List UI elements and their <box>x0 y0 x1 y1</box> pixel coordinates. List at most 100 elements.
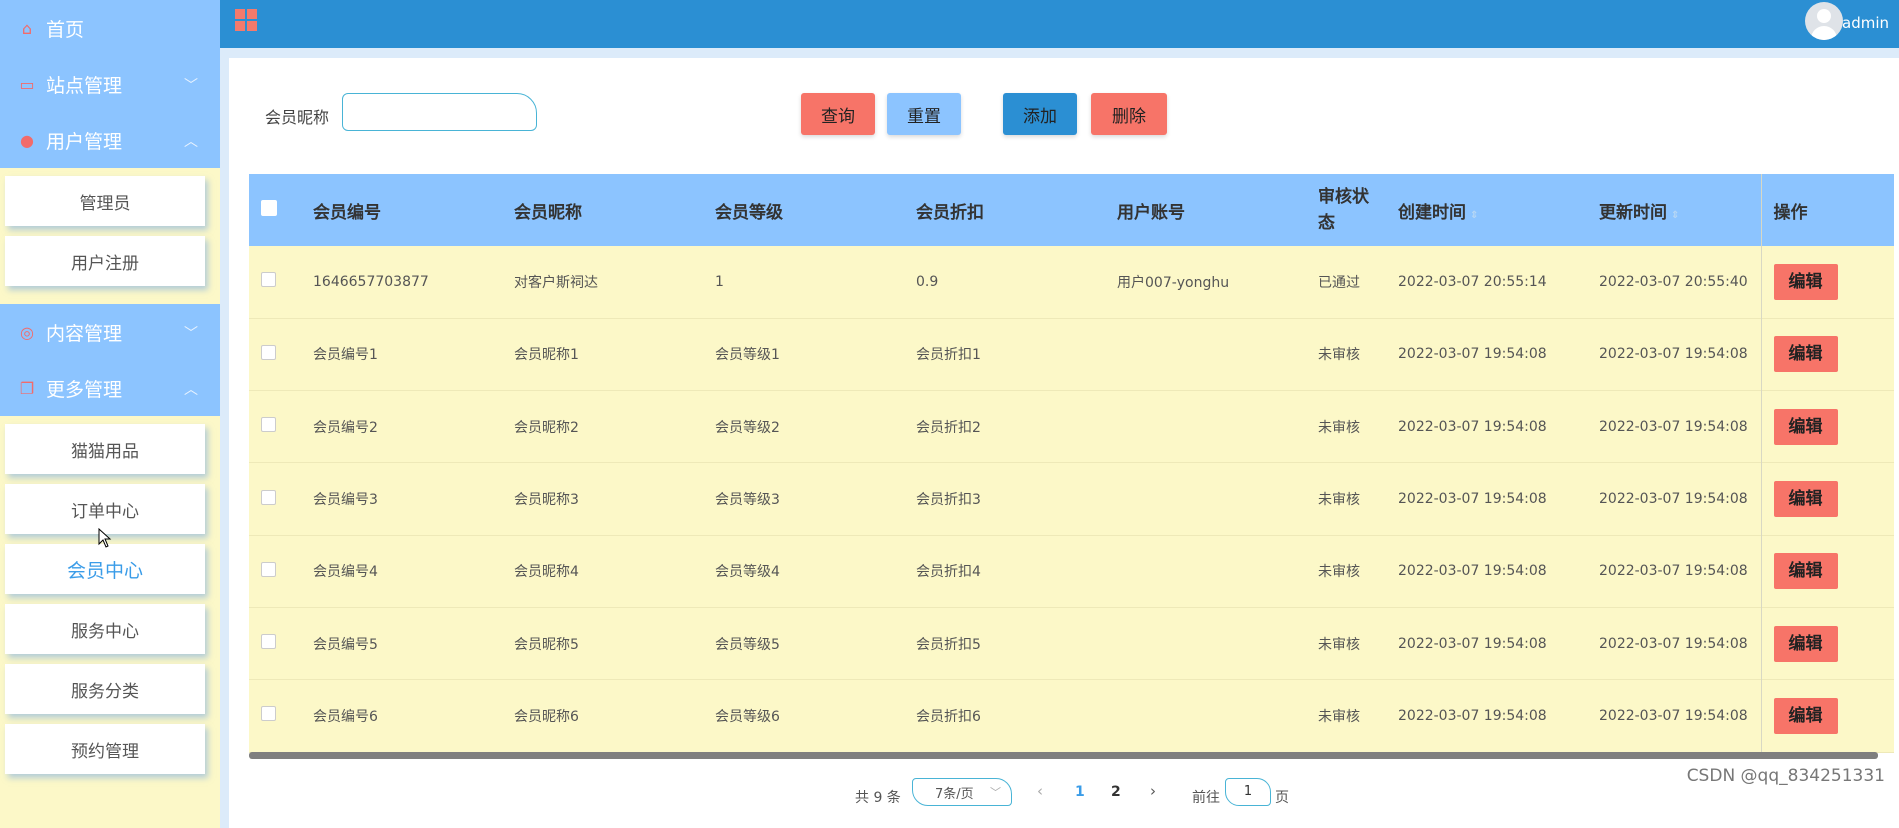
column-header-sortable[interactable]: 更新时间 ⇕ <box>1587 174 1761 246</box>
sidebar-item-service-center[interactable]: 服务中心 <box>5 604 205 654</box>
query-button[interactable]: 查询 <box>801 93 875 135</box>
sidebar: ⌂ 首页 ▭ 站点管理 ﹀ ● 用户管理 ︿ 管理员 用户注册 ◎ 内容管理 ﹀… <box>0 0 221 828</box>
more-submenu: 猫猫用品 订单中心 会员中心 服务中心 服务分类 预约管理 <box>0 416 220 792</box>
goto-prefix: 前往 <box>1192 790 1220 806</box>
table-cell: 会员等级1 <box>715 347 780 364</box>
edit-button[interactable]: 编辑 <box>1773 263 1838 300</box>
delete-button[interactable]: 删除 <box>1091 93 1167 135</box>
row-checkbox-cell <box>249 607 301 679</box>
table-cell: 用户007-yonghu <box>1117 274 1230 291</box>
page-number[interactable]: 1 <box>1075 784 1085 800</box>
goto-page-input[interactable]: 1 <box>1225 778 1271 806</box>
edit-button[interactable]: 编辑 <box>1773 481 1838 518</box>
table-row[interactable]: 会员编号5 会员昵称5 会员等级5 会员折扣5 未审核 2022-03-07 19:54:… <box>249 607 1894 680</box>
row-checkbox[interactable] <box>261 561 276 577</box>
column-header-label: 创建时间 <box>1398 202 1466 223</box>
page-size-select[interactable]: 7条/页 ﹀ <box>912 778 1012 806</box>
row-checkbox-cell <box>249 463 301 535</box>
sidebar-item-service-category[interactable]: 服务分类 <box>5 664 205 714</box>
menu-more-management-label: 更多管理 <box>46 378 123 401</box>
edit-button[interactable]: 编辑 <box>1773 408 1838 445</box>
table-cell: 2022-03-07 19:54:08 <box>1599 563 1748 580</box>
menu-content-management[interactable]: ◎ 内容管理 ﹀ <box>0 304 220 360</box>
sidebar-item-member-center[interactable]: 会员中心 <box>5 544 205 594</box>
sidebar-item-cat-supplies[interactable]: 猫猫用品 <box>5 424 205 474</box>
table-cell: 2022-03-07 19:54:08 <box>1599 346 1748 363</box>
table-row[interactable]: 会员编号1 会员昵称1 会员等级1 会员折扣1 未审核 2022-03-07 19:54:… <box>249 318 1894 391</box>
table-row[interactable]: 会员编号2 会员昵称2 会员等级2 会员折扣2 未审核 2022-03-07 19:54:… <box>249 390 1894 463</box>
table-cell: 未审核 <box>1318 419 1360 436</box>
table-cell: 会员昵称3 <box>514 492 579 509</box>
username[interactable]: admin <box>1842 14 1889 32</box>
menu-home[interactable]: ⌂ 首页 <box>0 0 220 56</box>
row-checkbox[interactable] <box>261 344 276 360</box>
operation-cell: 编辑 <box>1760 246 1894 319</box>
member-nickname-input[interactable] <box>342 93 537 131</box>
row-checkbox[interactable] <box>261 417 276 433</box>
table-cell: 2022-03-07 19:54:08 <box>1398 346 1547 363</box>
grid-icon[interactable] <box>235 9 259 33</box>
chevron-up-icon: ︿ <box>184 134 198 150</box>
edit-button[interactable]: 编辑 <box>1773 697 1838 734</box>
sort-icon[interactable]: ⇕ <box>1470 210 1478 221</box>
reset-button[interactable]: 重置 <box>887 93 961 135</box>
table-row[interactable]: 会员编号3 会员昵称3 会员等级3 会员折扣3 未审核 2022-03-07 19:54:… <box>249 462 1894 536</box>
sidebar-item-appointment[interactable]: 预约管理 <box>5 724 205 774</box>
table-cell: 2022-03-07 19:54:08 <box>1599 635 1748 652</box>
table-cell: 未审核 <box>1318 564 1360 581</box>
page-number[interactable]: 2 <box>1111 784 1121 800</box>
sidebar-item-order-center[interactable]: 订单中心 <box>5 484 205 534</box>
select-all-checkbox[interactable] <box>261 199 277 216</box>
row-checkbox[interactable] <box>261 634 276 650</box>
table-row[interactable]: 会员编号6 会员昵称6 会员等级6 会员折扣6 未审核 2022-03-07 19:54:… <box>249 679 1894 753</box>
horizontal-scrollbar[interactable] <box>249 752 1878 759</box>
table-cell: 会员等级2 <box>715 419 780 436</box>
user-submenu: 管理员 用户注册 <box>0 168 220 304</box>
chat-icon: ◎ <box>20 322 34 342</box>
table-cell: 会员昵称5 <box>514 636 579 653</box>
row-checkbox-cell <box>249 680 301 752</box>
table-cell: 对客户斯祠达 <box>514 274 598 291</box>
sidebar-item-admin[interactable]: 管理员 <box>5 176 205 226</box>
menu-user-management[interactable]: ● 用户管理 ︿ <box>0 112 220 168</box>
table-cell <box>1105 607 1306 679</box>
column-header-label: 更新时间 <box>1599 202 1667 223</box>
menu-more-management[interactable]: ❐ 更多管理 ︿ <box>0 360 220 416</box>
row-checkbox[interactable] <box>261 489 276 505</box>
table-row[interactable]: 1646657703877 对客户斯祠达 1 0.9 用户007-yonghu 已通过 20… <box>249 246 1894 319</box>
table-cell: 未审核 <box>1318 347 1360 364</box>
column-header: 会员等级 <box>715 202 783 223</box>
table-cell <box>1105 391 1306 463</box>
table-cell: 会员等级6 <box>715 708 780 725</box>
menu-site-management-label: 站点管理 <box>46 74 123 97</box>
table-cell: 2022-03-07 20:55:14 <box>1398 273 1547 290</box>
watermark: CSDN @qq_834251331 <box>1686 766 1885 786</box>
table-cell: 2022-03-07 19:54:08 <box>1599 707 1748 724</box>
table-cell: 2022-03-07 19:54:08 <box>1398 491 1547 508</box>
user-icon: ● <box>20 130 34 150</box>
add-button[interactable]: 添加 <box>1003 93 1077 135</box>
row-checkbox[interactable] <box>261 706 276 722</box>
column-header-sortable[interactable]: 创建时间 ⇕ <box>1386 174 1587 246</box>
table-cell: 会员昵称6 <box>514 708 579 725</box>
sidebar-item-user-register[interactable]: 用户注册 <box>5 236 205 286</box>
prev-page-icon[interactable]: ‹ <box>1037 782 1043 800</box>
edit-button[interactable]: 编辑 <box>1773 625 1838 662</box>
row-checkbox[interactable] <box>261 272 276 288</box>
table-cell <box>1105 463 1306 535</box>
table-cell: 2022-03-07 19:54:08 <box>1398 707 1547 724</box>
table-row[interactable]: 会员编号4 会员昵称4 会员等级4 会员折扣4 未审核 2022-03-07 19:54:… <box>249 535 1894 608</box>
next-page-icon[interactable]: › <box>1150 782 1156 800</box>
table-cell: 2022-03-07 19:54:08 <box>1398 418 1547 435</box>
chevron-down-icon: ﹀ <box>184 78 198 94</box>
edit-button[interactable]: 编辑 <box>1773 553 1838 590</box>
operation-cell: 编辑 <box>1760 390 1894 463</box>
avatar[interactable] <box>1805 2 1843 40</box>
edit-button[interactable]: 编辑 <box>1773 336 1838 373</box>
menu-site-management[interactable]: ▭ 站点管理 ﹀ <box>0 56 220 112</box>
sort-icon[interactable]: ⇕ <box>1671 210 1679 221</box>
menu-content-management-label: 内容管理 <box>46 322 123 345</box>
row-checkbox-cell <box>249 318 301 390</box>
operation-cell: 编辑 <box>1760 318 1894 391</box>
table-cell: 会员编号3 <box>313 492 378 509</box>
